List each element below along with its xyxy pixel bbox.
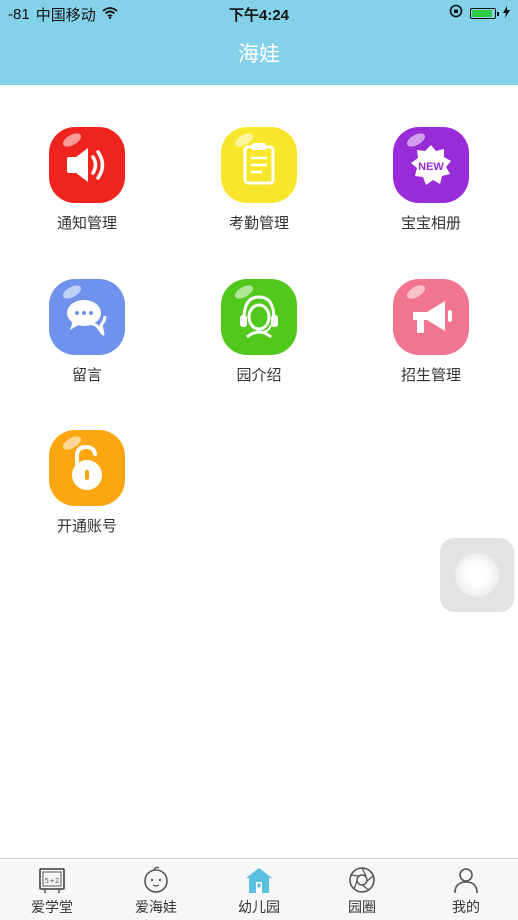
aperture-icon: [347, 865, 377, 895]
tab-label: 园圈: [348, 900, 376, 916]
charging-icon: [503, 5, 510, 22]
tab-label: 爱学堂: [31, 900, 73, 916]
chat-bubbles-icon: [49, 279, 125, 355]
new-badge-icon: NEW: [393, 127, 469, 203]
assistive-touch-icon: [455, 553, 499, 597]
grid-item-baby-album[interactable]: NEW 宝宝相册: [371, 127, 491, 233]
tab-label: 我的: [452, 900, 480, 916]
grid-label: 招生管理: [400, 366, 461, 384]
grid-label: 园介绍: [236, 366, 282, 384]
tab-ai-haiwa[interactable]: 爱海娃: [106, 865, 206, 917]
assistive-touch-button[interactable]: [440, 538, 514, 612]
megaphone-icon: [393, 279, 469, 355]
orientation-lock-icon: [449, 4, 463, 22]
status-bar: -81 中国移动 下午4:24: [0, 0, 518, 26]
unlock-icon: [49, 430, 125, 506]
tab-label: 幼儿园: [238, 900, 280, 916]
grid-label: 考勤管理: [228, 214, 289, 232]
clipboard-icon: [221, 127, 297, 203]
page-title: 海娃: [238, 42, 280, 66]
tab-bar: 5+2 爱学堂 爱海娃 幼儿园 园圈 我的: [0, 858, 518, 920]
tab-label: 爱海娃: [135, 900, 177, 916]
grid-item-enrollment[interactable]: 招生管理: [371, 279, 491, 385]
grid-label: 留言: [71, 366, 102, 384]
grid-item-notification[interactable]: 通知管理: [27, 127, 147, 233]
tab-yuanquan[interactable]: 园圈: [312, 865, 412, 917]
tab-ai-xuetang[interactable]: 5+2 爱学堂: [2, 865, 102, 917]
blackboard-icon: 5+2: [37, 865, 67, 895]
grid-item-message[interactable]: 留言: [27, 279, 147, 385]
baby-face-icon: [141, 865, 171, 895]
tab-mine[interactable]: 我的: [416, 865, 516, 917]
grid-item-attendance[interactable]: 考勤管理: [199, 127, 319, 233]
grid-label: 开通账号: [56, 517, 117, 535]
svg-text:NEW: NEW: [418, 161, 444, 173]
grid-item-school-intro[interactable]: 园介绍: [199, 279, 319, 385]
school-house-icon: [244, 865, 274, 895]
speaker-icon: [49, 127, 125, 203]
headset-person-icon: [221, 279, 297, 355]
grid-label: 宝宝相册: [400, 214, 461, 232]
grid-label: 通知管理: [56, 214, 117, 232]
battery-icon: [470, 7, 499, 19]
header-bar: -81 中国移动 下午4:24 海娃: [0, 0, 518, 85]
tab-kindergarten[interactable]: 幼儿园: [209, 865, 309, 917]
grid-item-open-account[interactable]: 开通账号: [27, 430, 147, 536]
status-time: 下午4:24: [228, 7, 290, 24]
svg-text:5+2: 5+2: [45, 877, 60, 885]
person-icon: [451, 865, 481, 895]
